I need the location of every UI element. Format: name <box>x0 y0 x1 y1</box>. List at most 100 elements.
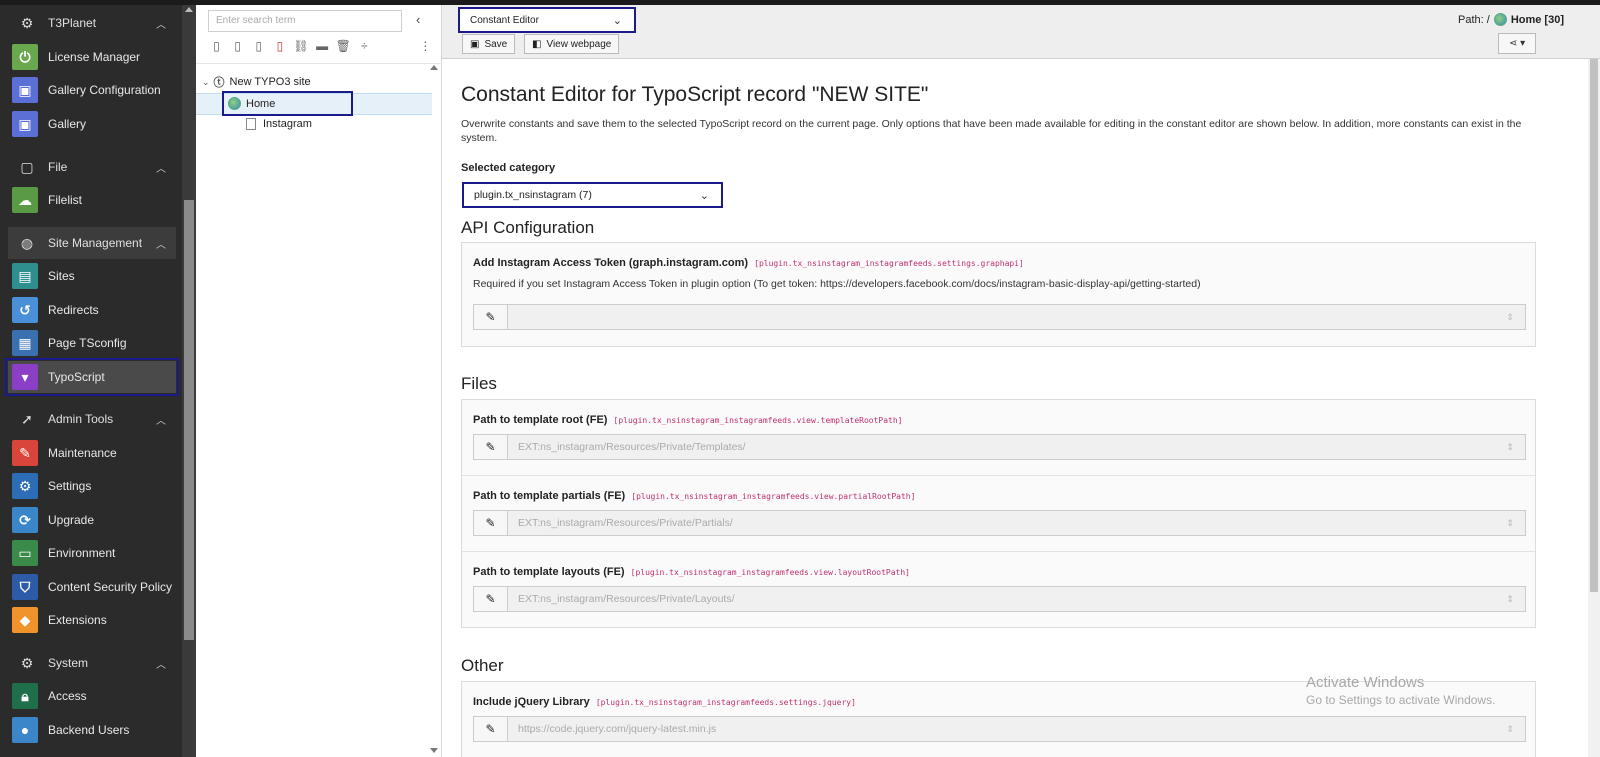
content-scrollbar-thumb[interactable] <box>1590 59 1598 592</box>
files-panel: Path to template root (FE) [plugin.tx_ns… <box>461 399 1536 628</box>
menu-settings[interactable]: ⚙ Settings <box>8 470 176 502</box>
scroll-up-icon[interactable] <box>185 7 193 12</box>
spinner-icon[interactable]: ⇕ <box>1495 587 1525 611</box>
file-icon: ▢ <box>20 158 34 175</box>
box-icon: ◆ <box>12 607 38 633</box>
scroll-down-icon[interactable] <box>430 748 438 753</box>
tree-node-instagram[interactable]: Instagram <box>246 118 312 130</box>
lock-icon: 🔒︎ <box>12 683 38 709</box>
divider-icon[interactable]: ÷ <box>354 39 375 53</box>
group-admin-tools[interactable]: ➚ Admin Tools ︿ <box>8 403 176 435</box>
main-content: Constant Editor ⌄ Path: / Home [30] ▣ Sa… <box>442 5 1600 757</box>
group-site-management[interactable]: ◍ Site Management ︿ <box>8 227 176 259</box>
save-icon: ▣ <box>470 38 480 50</box>
template-root-input[interactable]: ✎ EXT:ns_instagram/Resources/Private/Tem… <box>473 434 1526 460</box>
menu-filelist[interactable]: ☁ Filelist <box>8 184 176 216</box>
chevron-down-icon: ⌄ <box>699 190 709 202</box>
chevron-up-icon: ︿ <box>156 164 166 175</box>
spinner-icon[interactable]: ⇕ <box>1495 305 1525 329</box>
menu-typoscript[interactable]: ▾ TypoScript <box>5 358 179 396</box>
tree-toolbar: ▯ ▯ ▯ ▯ ⛓ ▬ 🗑︎ ÷ ⋮ <box>206 38 436 54</box>
tree-root-node[interactable]: ⌄ ⓣ New TYPO3 site <box>202 74 311 90</box>
trash-icon[interactable]: 🗑︎ <box>333 39 354 53</box>
scroll-up-icon[interactable] <box>430 65 438 70</box>
new-shortcut-icon[interactable]: ▯ <box>248 39 269 53</box>
new-link-page-icon[interactable]: ▯ <box>269 39 290 53</box>
chevron-up-icon: ︿ <box>156 240 166 251</box>
category-select[interactable]: plugin.tx_nsinstagram (7) ⌄ <box>462 182 723 208</box>
pencil-icon[interactable]: ✎ <box>474 717 508 741</box>
share-icon: ⋖ ▾ <box>1508 38 1526 49</box>
tree-search-input[interactable]: Enter search term <box>208 10 402 32</box>
tsconfig-icon: ▦ <box>12 330 38 356</box>
menu-redirects[interactable]: ↺ Redirects <box>8 294 176 326</box>
monitor-icon: ▭ <box>12 540 38 566</box>
new-user-page-icon[interactable]: ▯ <box>227 39 248 53</box>
refresh-icon: ⟳ <box>12 507 38 533</box>
share-button[interactable]: ⋖ ▾ <box>1498 33 1536 54</box>
tree-separator <box>196 63 442 64</box>
gear-icon: ⚙ <box>20 654 34 671</box>
menu-maintenance[interactable]: ✎ Maintenance <box>8 437 176 469</box>
view-webpage-button[interactable]: ◧ View webpage <box>524 34 620 54</box>
menu-scrollbar[interactable] <box>182 5 196 757</box>
menu-page-tsconfig[interactable]: ▦ Page TSconfig <box>8 327 176 359</box>
api-panel: Add Instagram Access Token (graph.instag… <box>461 242 1536 347</box>
group-system[interactable]: ⚙ System ︿ <box>8 647 176 679</box>
menu-scrollbar-thumb[interactable] <box>184 200 194 640</box>
menu-content-security-policy[interactable]: ⛉ Content Security Policy <box>8 571 176 603</box>
chevron-down-icon[interactable]: ⌄ <box>202 77 210 88</box>
globe-icon: ◍ <box>20 234 34 251</box>
pencil-icon[interactable]: ✎ <box>474 305 508 329</box>
chevron-down-icon: ⌄ <box>612 15 622 27</box>
menu-gallery[interactable]: ▣ Gallery <box>8 108 176 140</box>
shield-icon: ⛉ <box>12 574 38 600</box>
tree-node-home[interactable]: Home <box>228 97 275 110</box>
page-tree: Enter search term ‹ ▯ ▯ ▯ ▯ ⛓ ▬ 🗑︎ ÷ ⋮ ⌄… <box>196 5 442 757</box>
template-partials-input[interactable]: ✎ EXT:ns_instagram/Resources/Private/Par… <box>473 510 1526 536</box>
template-layouts-input[interactable]: ✎ EXT:ns_instagram/Resources/Private/Lay… <box>473 586 1526 612</box>
folder-icon[interactable]: ▬ <box>312 39 333 53</box>
field-title: Include jQuery Library [plugin.tx_nsinst… <box>473 696 856 708</box>
content-scrollbar[interactable] <box>1588 59 1600 757</box>
group-file[interactable]: ▢ File ︿ <box>8 151 176 183</box>
globe-icon <box>228 97 241 110</box>
wrench-icon: ✎ <box>12 440 38 466</box>
tree-scrollbar[interactable] <box>429 63 439 757</box>
page-icon <box>246 118 256 130</box>
new-page-icon[interactable]: ▯ <box>206 39 227 53</box>
menu-environment[interactable]: ▭ Environment <box>8 537 176 569</box>
field-graphapi: Add Instagram Access Token (graph.instag… <box>462 243 1535 347</box>
collapse-tree-icon[interactable]: ‹ <box>416 12 420 27</box>
page-title: Constant Editor for TypoScript record "N… <box>461 83 929 106</box>
menu-gallery-configuration[interactable]: ▣ Gallery Configuration <box>8 74 176 106</box>
jquery-input[interactable]: ✎ https://code.jquery.com/jquery-latest.… <box>473 716 1526 742</box>
menu-sites[interactable]: ▤ Sites <box>8 260 176 292</box>
menu-extensions[interactable]: ◆ Extensions <box>8 604 176 636</box>
menu-license-manager[interactable]: ⏻ License Manager <box>8 41 176 73</box>
pencil-icon[interactable]: ✎ <box>474 435 508 459</box>
group-t3planet[interactable]: ⚙ T3Planet ︿ <box>8 7 176 39</box>
module-menu: ⚙ T3Planet ︿ ⏻ License Manager ▣ Gallery… <box>0 5 196 757</box>
field-title: Path to template root (FE) [plugin.tx_ns… <box>473 414 903 426</box>
spinner-icon[interactable]: ⇕ <box>1495 717 1525 741</box>
menu-upgrade[interactable]: ⟳ Upgrade <box>8 504 176 536</box>
field-template-root: Path to template root (FE) [plugin.tx_ns… <box>462 400 1535 476</box>
spinner-icon[interactable]: ⇕ <box>1495 435 1525 459</box>
pencil-icon[interactable]: ✎ <box>474 587 508 611</box>
module-function-select[interactable]: Constant Editor ⌄ <box>458 7 636 33</box>
pencil-icon[interactable]: ✎ <box>474 511 508 535</box>
graphapi-input[interactable]: ✎ ⇕ <box>473 304 1526 330</box>
save-button[interactable]: ▣ Save <box>462 34 516 54</box>
more-options-icon[interactable]: ⋮ <box>415 39 436 53</box>
menu-backend-users[interactable]: ● Backend Users <box>8 714 176 746</box>
menu-access[interactable]: 🔒︎ Access <box>8 680 176 712</box>
gear-icon: ⚙ <box>12 473 38 499</box>
user-icon: ● <box>12 717 38 743</box>
spinner-icon[interactable]: ⇕ <box>1495 511 1525 535</box>
gallery-icon: ▣ <box>12 111 38 137</box>
globe-icon <box>1493 13 1507 26</box>
link-icon[interactable]: ⛓ <box>290 39 311 53</box>
section-other: Other <box>461 656 504 675</box>
field-template-layouts: Path to template layouts (FE) [plugin.tx… <box>462 552 1535 628</box>
